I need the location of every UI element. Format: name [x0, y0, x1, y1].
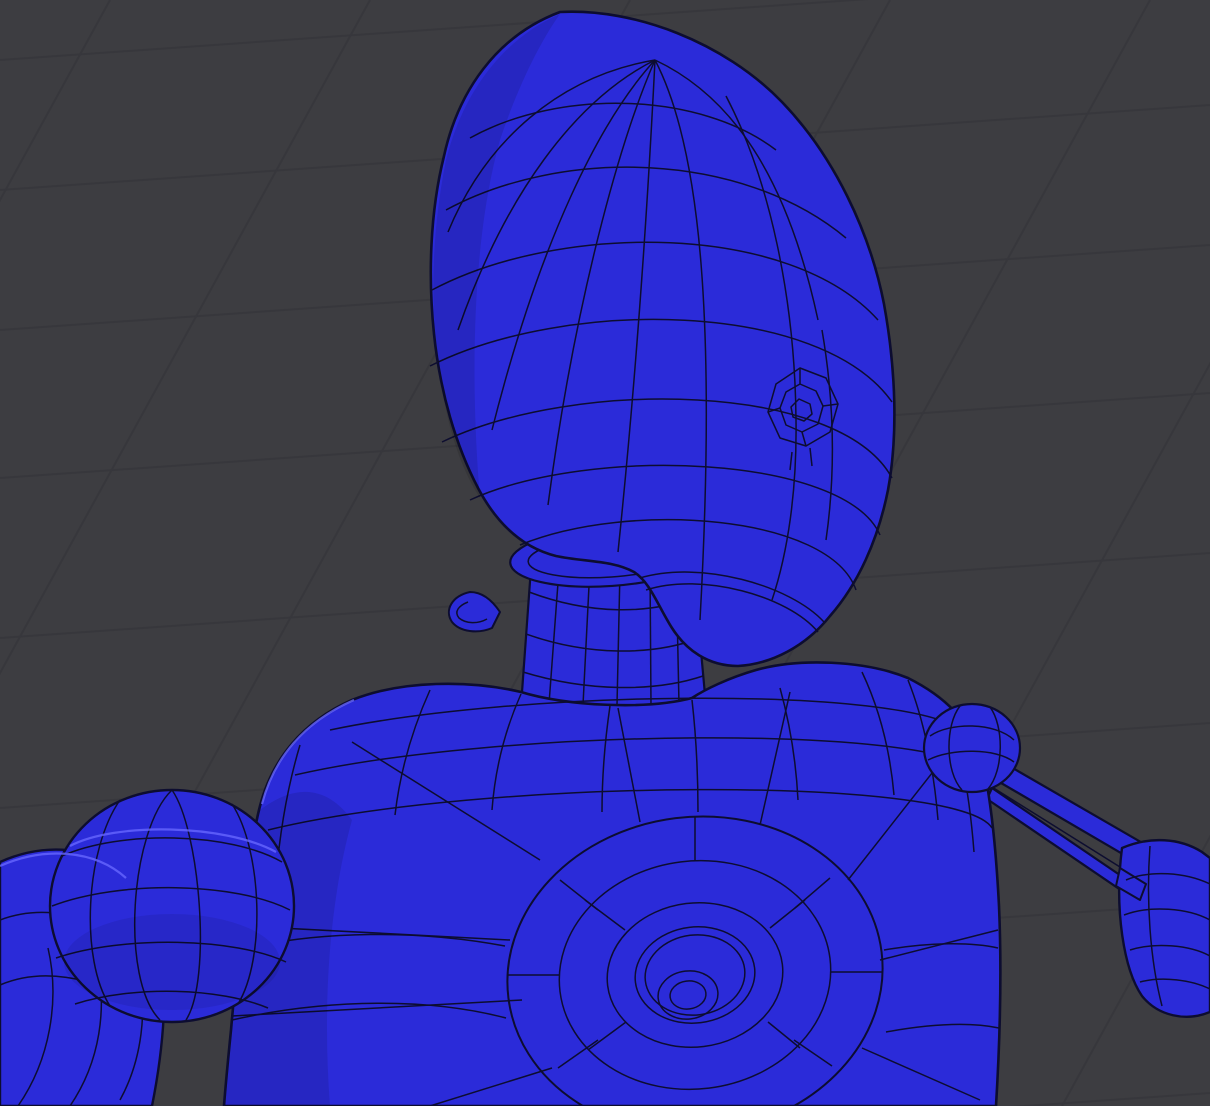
- viewport-canvas[interactable]: [0, 0, 1210, 1106]
- torso: [222, 661, 1002, 1106]
- left-shoulder-joint: [48, 788, 296, 1024]
- 3d-viewport[interactable]: [0, 0, 1210, 1106]
- left-shoulder-shading: [64, 914, 280, 1010]
- right-shoulder-joint: [922, 702, 1022, 794]
